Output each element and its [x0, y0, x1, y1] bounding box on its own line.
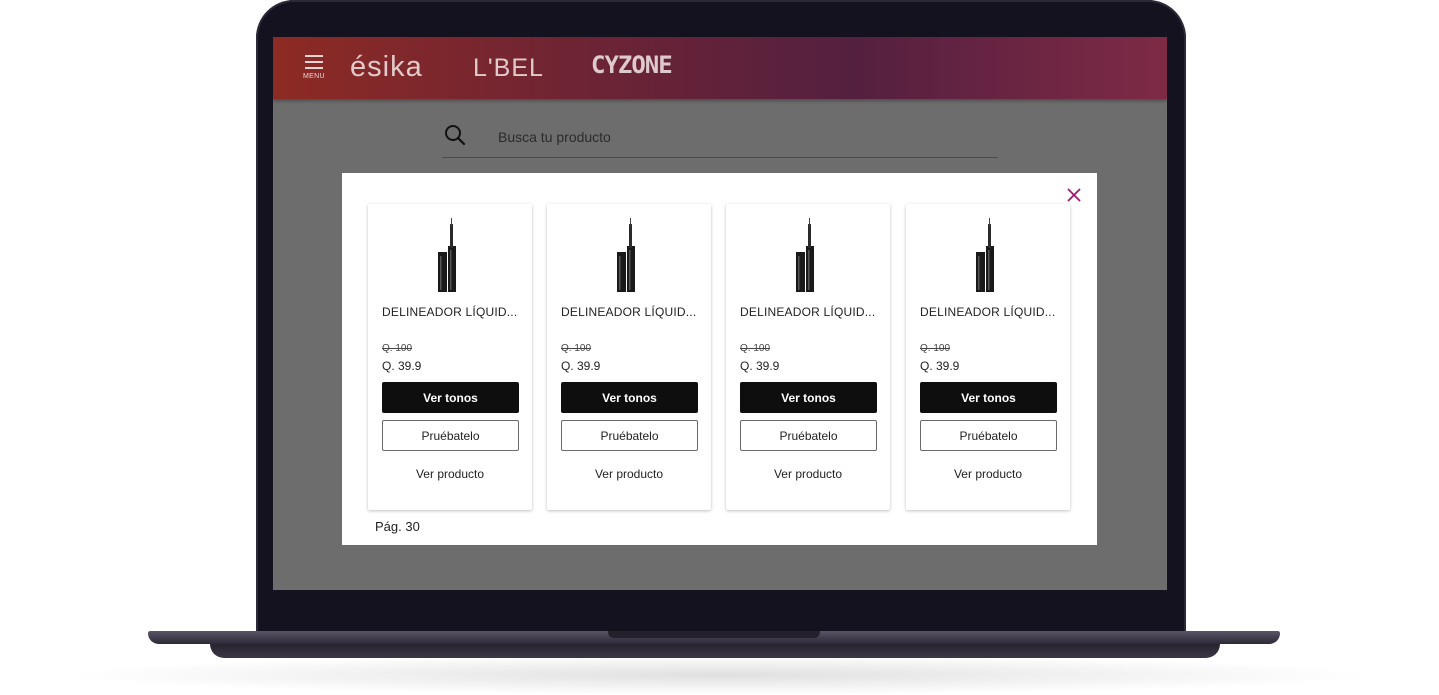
screen: MENU ésika L'BEL CYZONE DELINEADOR L [273, 37, 1167, 590]
ver-tonos-button[interactable]: Ver tonos [920, 382, 1057, 413]
brand-logo-cyzone[interactable]: CYZONE [591, 51, 673, 79]
hamburger-icon-bar [305, 61, 323, 63]
brand-logo-esika[interactable]: ésika [350, 51, 423, 84]
search-input[interactable] [496, 128, 980, 146]
product-modal: DELINEADOR LÍQUID... Q. 100 Q. 39.9 Ver … [342, 173, 1097, 545]
page-number: Pág. 30 [375, 519, 420, 534]
ver-tonos-button[interactable]: Ver tonos [740, 382, 877, 413]
product-name[interactable]: DELINEADOR LÍQUID... [382, 305, 517, 319]
eyeliner-product-image [796, 218, 814, 292]
price-original: Q. 100 [382, 343, 413, 354]
product-name[interactable]: DELINEADOR LÍQUID... [561, 305, 696, 319]
product-name[interactable]: DELINEADOR LÍQUID... [740, 305, 875, 319]
pruebatelo-button[interactable]: Pruébatelo [561, 420, 698, 451]
pruebatelo-button[interactable]: Pruébatelo [740, 420, 877, 451]
eyeliner-product-image [976, 218, 994, 292]
search-bar [442, 121, 998, 158]
ver-producto-link[interactable]: Ver producto [726, 467, 890, 481]
laptop-shadow [60, 655, 1380, 695]
menu-button[interactable]: MENU [303, 55, 329, 85]
ver-tonos-button[interactable]: Ver tonos [561, 382, 698, 413]
close-icon[interactable] [1065, 186, 1083, 204]
ver-producto-link[interactable]: Ver producto [547, 467, 711, 481]
product-card: DELINEADOR LÍQUID... Q. 100 Q. 39.9 Ver … [906, 204, 1070, 510]
eyeliner-product-image [617, 218, 635, 292]
price-original: Q. 100 [740, 343, 771, 354]
hamburger-icon-bar [305, 67, 323, 69]
pruebatelo-button[interactable]: Pruébatelo [382, 420, 519, 451]
price-sale: Q. 39.9 [920, 359, 960, 373]
price-original: Q. 100 [920, 343, 951, 354]
price-sale: Q. 39.9 [382, 359, 422, 373]
hamburger-icon [305, 55, 323, 57]
search-icon[interactable] [444, 124, 466, 146]
product-name[interactable]: DELINEADOR LÍQUID... [920, 305, 1055, 319]
ver-tonos-button[interactable]: Ver tonos [382, 382, 519, 413]
site-header: MENU ésika L'BEL CYZONE [273, 37, 1167, 99]
eyeliner-product-image [438, 218, 456, 292]
brand-logo-lbel[interactable]: L'BEL [473, 54, 544, 83]
pruebatelo-button[interactable]: Pruébatelo [920, 420, 1057, 451]
product-card: DELINEADOR LÍQUID... Q. 100 Q. 39.9 Ver … [726, 204, 890, 510]
price-sale: Q. 39.9 [740, 359, 780, 373]
menu-label: MENU [303, 73, 325, 80]
laptop-hinge [608, 631, 820, 638]
product-card: DELINEADOR LÍQUID... Q. 100 Q. 39.9 Ver … [547, 204, 711, 510]
ver-producto-link[interactable]: Ver producto [906, 467, 1070, 481]
laptop-base-foot [210, 644, 1220, 658]
product-card: DELINEADOR LÍQUID... Q. 100 Q. 39.9 Ver … [368, 204, 532, 510]
price-sale: Q. 39.9 [561, 359, 601, 373]
price-original: Q. 100 [561, 343, 592, 354]
ver-producto-link[interactable]: Ver producto [368, 467, 532, 481]
